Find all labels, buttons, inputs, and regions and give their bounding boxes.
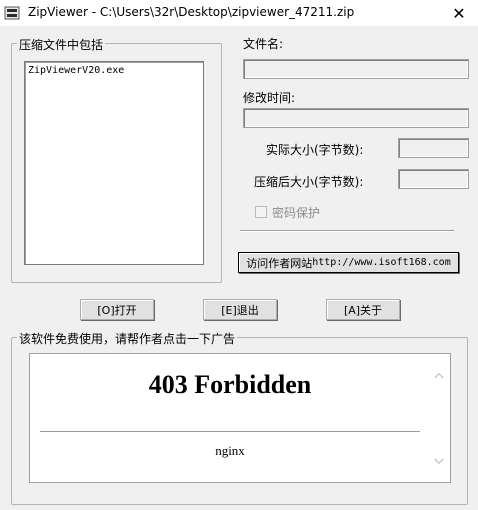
about-button[interactable]: [A]关于 [326, 299, 400, 320]
scroll-down-icon[interactable] [434, 458, 444, 465]
zip-contents-label: 压缩文件中包括 [17, 36, 106, 53]
zip-app-icon [4, 6, 20, 20]
author-site-button[interactable]: 访问作者网站 http://www.isoft168.com [238, 252, 459, 273]
close-icon[interactable]: ✕ [440, 0, 478, 26]
ad-label: 该软件免费使用，请帮作者点击一下广告 [17, 330, 238, 347]
author-site-button-label: 访问作者网站 [246, 256, 313, 270]
password-label: 密码保护 [272, 206, 321, 220]
server-name: nginx [215, 443, 245, 458]
exit-button[interactable]: [E]退出 [203, 299, 277, 320]
ad-browser[interactable]: 403 Forbidden nginx [29, 353, 451, 483]
scroll-up-icon[interactable] [434, 372, 444, 379]
zip-contents-list[interactable]: ZipViewerV20.exe [24, 61, 204, 265]
actual-size-field [398, 138, 469, 158]
divider [240, 230, 454, 232]
modified-time-field [243, 108, 469, 128]
list-item[interactable]: ZipViewerV20.exe [28, 65, 124, 76]
compressed-size-label: 压缩后大小(字节数): [254, 175, 364, 189]
filename-field [243, 59, 469, 79]
window-title: ZipViewer - C:\Users\32r\Desktop\zipview… [28, 5, 355, 19]
password-checkbox[interactable] [255, 206, 267, 218]
author-site-url: http://www.isoft168.com [312, 257, 451, 268]
modified-time-label: 修改时间: [243, 91, 296, 105]
compressed-size-field [398, 169, 469, 189]
error-heading: 403 Forbidden [148, 370, 312, 399]
filename-label: 文件名: [243, 37, 284, 51]
error-divider [40, 431, 420, 432]
actual-size-label: 实际大小(字节数): [266, 143, 364, 157]
open-button[interactable]: [O]打开 [80, 299, 154, 320]
